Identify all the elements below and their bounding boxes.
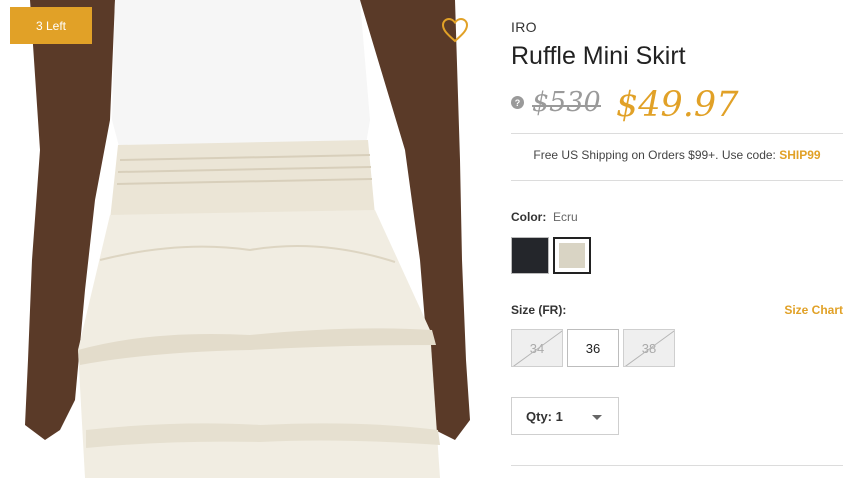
divider — [511, 465, 843, 466]
divider — [511, 180, 843, 181]
size-option-38[interactable]: 38 — [623, 329, 675, 367]
product-details: IRO Ruffle Mini Skirt ? $530 $49.97 Free… — [511, 0, 843, 478]
product-image: 3 Left — [0, 0, 480, 478]
size-option-36[interactable]: 36 — [567, 329, 619, 367]
size-option-label: 34 — [529, 340, 545, 356]
product-photo — [25, 0, 470, 478]
shipping-text: Free US Shipping on Orders $99+. Use cod… — [533, 148, 780, 162]
chevron-down-icon — [592, 415, 602, 420]
stock-badge: 3 Left — [10, 7, 92, 44]
color-label: Color: — [511, 210, 547, 224]
original-price-value: $530 — [532, 87, 601, 118]
size-option-label: 38 — [641, 340, 657, 356]
size-chart-link[interactable]: Size Chart — [784, 303, 843, 317]
shipping-promo: Free US Shipping on Orders $99+. Use cod… — [511, 148, 843, 162]
color-swatch-black[interactable] — [511, 237, 549, 274]
promo-code: SHIP99 — [779, 148, 821, 162]
divider — [511, 133, 843, 134]
size-option-34[interactable]: 34 — [511, 329, 563, 367]
strikethrough-line — [532, 105, 601, 107]
wishlist-button[interactable] — [440, 15, 470, 45]
quantity-select[interactable]: Qty: 1 — [511, 397, 619, 435]
heart-outline-icon — [441, 17, 469, 43]
price-row: ? $530 $49.97 — [511, 85, 843, 125]
color-selected-value: Ecru — [553, 210, 578, 224]
brand-name[interactable]: IRO — [511, 19, 537, 35]
size-option-label: 36 — [585, 340, 601, 356]
product-title: Ruffle Mini Skirt — [511, 42, 686, 70]
quantity-value: Qty: 1 — [526, 409, 563, 424]
original-price: $530 — [532, 87, 601, 118]
color-swatch-ecru[interactable] — [553, 237, 591, 274]
help-icon[interactable]: ? — [511, 96, 524, 109]
size-label: Size (FR): — [511, 303, 567, 317]
sale-price: $49.97 — [616, 85, 739, 125]
